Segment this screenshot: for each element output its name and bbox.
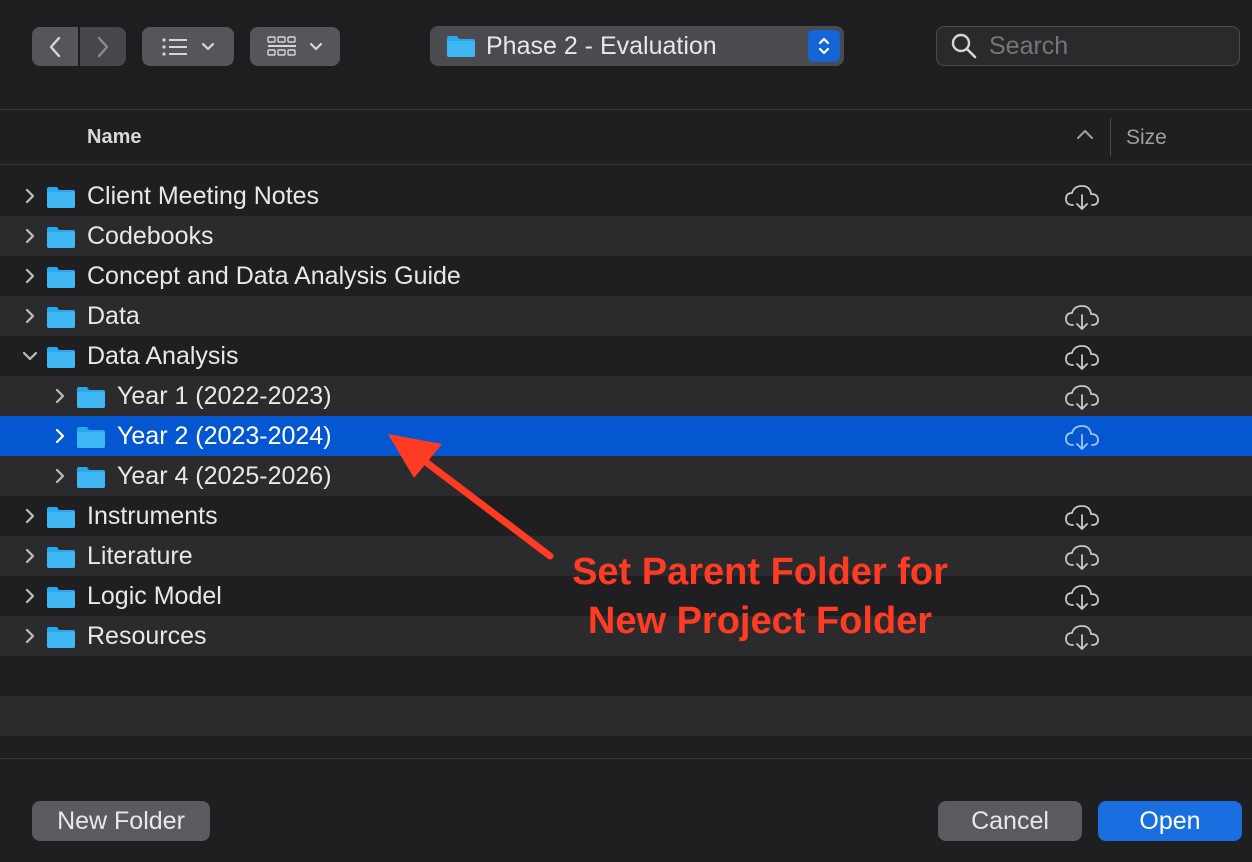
grid-view-button[interactable] xyxy=(250,27,340,66)
disclosure-chevron-right-icon[interactable] xyxy=(22,188,38,204)
file-list: Client Meeting Notes Codebooks Concept and… xyxy=(0,176,1252,736)
search-icon xyxy=(951,33,977,59)
list-row[interactable]: Codebooks xyxy=(0,216,1252,256)
path-title: Phase 2 - Evaluation xyxy=(486,31,717,60)
path-stepper[interactable] xyxy=(808,30,840,62)
disclosure-chevron-right-icon[interactable] xyxy=(52,428,68,444)
disclosure-chevron-right-icon[interactable] xyxy=(22,268,38,284)
list-row[interactable]: Data xyxy=(0,296,1252,336)
cloud-download-icon[interactable] xyxy=(1064,183,1100,211)
folder-icon xyxy=(47,347,75,368)
list-view-button[interactable] xyxy=(142,27,234,66)
annotation-label: Set Parent Folder for New Project Folder xyxy=(540,548,980,646)
grid-icon xyxy=(267,35,296,56)
row-label: Codebooks xyxy=(87,222,214,250)
new-folder-button[interactable]: New Folder xyxy=(32,801,210,841)
row-label: Year 1 (2022-2023) xyxy=(117,382,332,410)
folder-icon xyxy=(447,36,475,57)
cloud-download-icon[interactable] xyxy=(1064,343,1100,371)
list-row[interactable]: Client Meeting Notes xyxy=(0,176,1252,216)
folder-icon xyxy=(47,587,75,608)
chevron-left-icon xyxy=(49,36,61,57)
row-label: Resources xyxy=(87,622,207,650)
sort-chevron-up-icon[interactable] xyxy=(1076,128,1094,140)
cloud-download-icon[interactable] xyxy=(1064,543,1100,571)
cloud-download-icon[interactable] xyxy=(1064,623,1100,651)
chevron-down-icon xyxy=(201,42,215,50)
empty-row xyxy=(0,696,1252,736)
folder-icon xyxy=(47,187,75,208)
folder-icon xyxy=(77,427,105,448)
up-down-chevron-icon xyxy=(818,37,830,55)
list-row[interactable]: Concept and Data Analysis Guide xyxy=(0,256,1252,296)
list-row[interactable]: Year 4 (2025-2026) xyxy=(0,456,1252,496)
column-header: Name Size xyxy=(0,109,1252,165)
disclosure-chevron-down-icon[interactable] xyxy=(22,348,38,364)
list-row[interactable]: Data Analysis xyxy=(0,336,1252,376)
row-label: Concept and Data Analysis Guide xyxy=(87,262,461,290)
disclosure-chevron-right-icon[interactable] xyxy=(22,588,38,604)
annotation-line-2: New Project Folder xyxy=(587,600,933,642)
row-label: Data Analysis xyxy=(87,342,239,370)
row-label: Data xyxy=(87,302,140,330)
folder-icon xyxy=(77,387,105,408)
cloud-download-icon[interactable] xyxy=(1064,503,1100,531)
cloud-download-icon[interactable] xyxy=(1064,583,1100,611)
chevron-right-icon xyxy=(97,36,109,57)
annotation-line-1: Set Parent Folder for xyxy=(572,551,948,593)
cancel-button[interactable]: Cancel xyxy=(938,801,1082,841)
folder-icon xyxy=(47,227,75,248)
column-size-header[interactable]: Size xyxy=(1126,126,1167,150)
list-row[interactable]: Year 2 (2023-2024) xyxy=(0,416,1252,456)
row-label: Literature xyxy=(87,542,193,570)
cloud-download-icon[interactable] xyxy=(1064,303,1100,331)
disclosure-chevron-right-icon[interactable] xyxy=(22,308,38,324)
list-row[interactable]: Instruments xyxy=(0,496,1252,536)
disclosure-chevron-right-icon[interactable] xyxy=(22,228,38,244)
row-label: Year 4 (2025-2026) xyxy=(117,462,332,490)
chevron-down-icon xyxy=(309,42,323,50)
path-popup[interactable]: Phase 2 - Evaluation xyxy=(430,26,844,66)
row-label: Instruments xyxy=(87,502,218,530)
cloud-download-icon[interactable] xyxy=(1064,423,1100,451)
disclosure-chevron-right-icon[interactable] xyxy=(22,548,38,564)
toolbar: Phase 2 - Evaluation xyxy=(0,0,1252,108)
empty-row xyxy=(0,656,1252,696)
column-name-header[interactable]: Name xyxy=(87,126,141,149)
forward-button[interactable] xyxy=(80,27,126,66)
list-icon xyxy=(162,37,187,56)
column-divider[interactable] xyxy=(1110,118,1111,156)
disclosure-chevron-right-icon[interactable] xyxy=(52,468,68,484)
row-label: Client Meeting Notes xyxy=(87,182,320,210)
row-label: Year 2 (2023-2024) xyxy=(117,422,332,450)
folder-icon xyxy=(47,507,75,528)
footer: New Folder Cancel Open xyxy=(0,758,1252,862)
list-row[interactable]: Year 1 (2022-2023) xyxy=(0,376,1252,416)
search-input[interactable] xyxy=(989,31,1229,61)
folder-icon xyxy=(47,267,75,288)
row-label: Logic Model xyxy=(87,582,222,610)
open-button[interactable]: Open xyxy=(1098,801,1242,841)
search-field[interactable] xyxy=(936,26,1240,66)
disclosure-chevron-right-icon[interactable] xyxy=(22,508,38,524)
back-button[interactable] xyxy=(32,27,78,66)
folder-icon xyxy=(47,547,75,568)
disclosure-chevron-right-icon[interactable] xyxy=(22,628,38,644)
folder-icon xyxy=(47,627,75,648)
folder-icon xyxy=(47,307,75,328)
disclosure-chevron-right-icon[interactable] xyxy=(52,388,68,404)
cloud-download-icon[interactable] xyxy=(1064,383,1100,411)
folder-icon xyxy=(77,467,105,488)
